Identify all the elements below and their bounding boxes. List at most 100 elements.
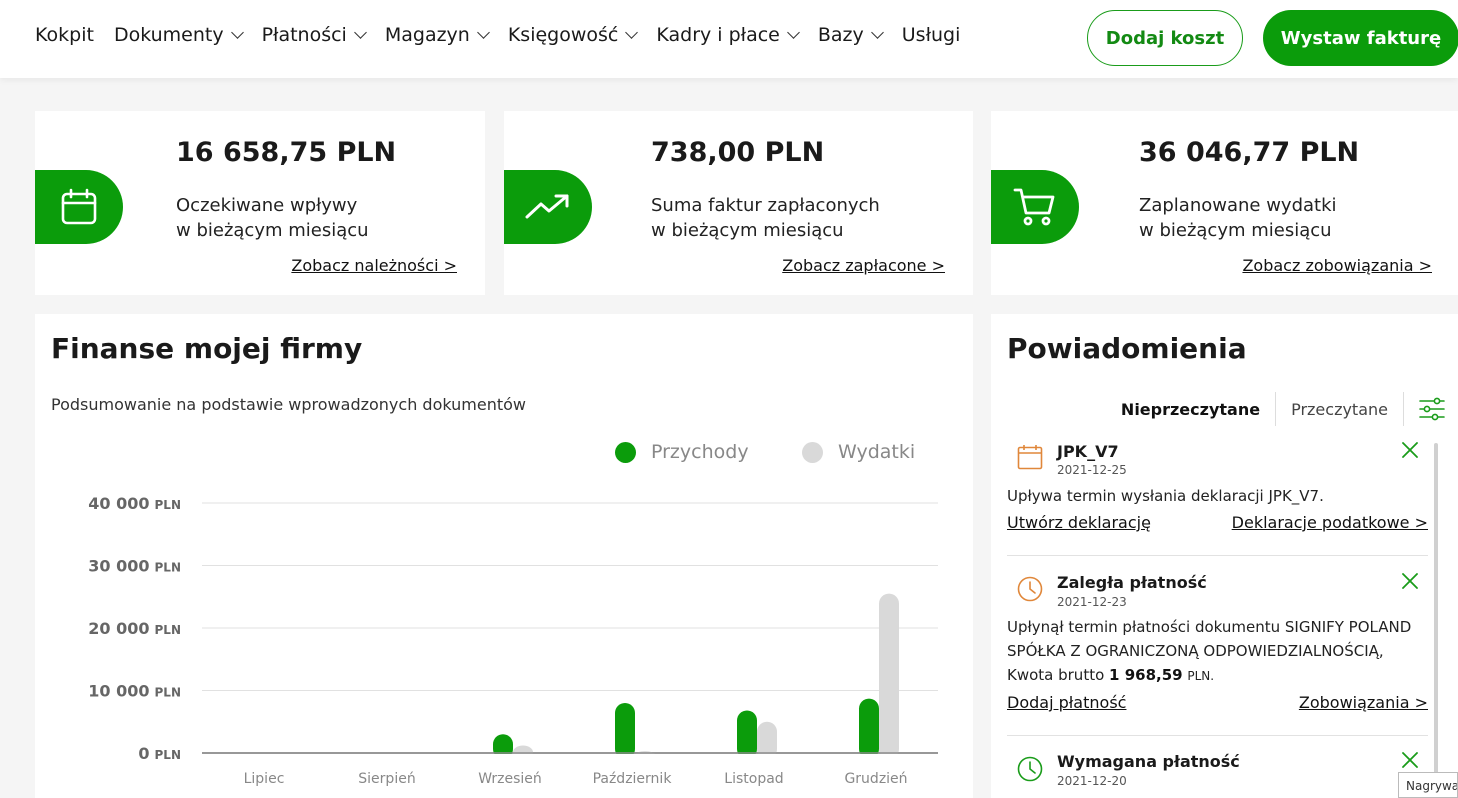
notification-date: 2021-12-25: [1057, 463, 1127, 477]
calendar-icon: [61, 188, 97, 225]
tax-declarations-link[interactable]: Deklaracje podatkowe >: [1232, 513, 1428, 532]
stat-description-line: Oczekiwane wpływy: [176, 195, 358, 216]
finance-bar-chart: 0 PLN 10 000 PLN 20 000 PLN 30 000 PLN 40 000 PLN…: [88, 494, 938, 787]
close-icon[interactable]: [1402, 442, 1418, 458]
bar-expenses: [879, 593, 899, 759]
notifications-list: JPK_V7 2021-12-25 Upływa termin wysłania…: [1007, 442, 1428, 798]
x-tick-label: Październik: [593, 771, 673, 787]
stat-description-line: Zaplanowane wydatki: [1139, 195, 1337, 216]
stat-amount: 738,00 PLN: [651, 137, 825, 168]
notifications-scrollbar[interactable]: [1434, 443, 1438, 798]
legend-swatch: [615, 441, 636, 463]
stat-description-line: w bieżącym miesiącu: [1139, 220, 1332, 241]
x-tick-label: Sierpień: [358, 771, 415, 787]
bar-income: [859, 698, 879, 759]
create-declaration-link[interactable]: Utwórz deklarację: [1007, 513, 1151, 532]
filter-button[interactable]: [1404, 392, 1458, 426]
nav-label: Księgowość: [507, 24, 619, 46]
nav-item-platnosci[interactable]: Płatności: [262, 24, 367, 46]
y-tick-unit: PLN: [155, 498, 181, 512]
nav-item-dokumenty[interactable]: Dokumenty: [113, 24, 244, 46]
y-tick-label: 20 000 PLN: [88, 619, 181, 638]
bar-income: [737, 710, 757, 759]
notification-title: JPK_V7: [1057, 442, 1119, 461]
y-tick-label: 30 000 PLN: [88, 557, 181, 576]
nav-label: Magazyn: [384, 24, 470, 46]
x-tick-label: Lipiec: [244, 771, 285, 787]
nav-label: Kadry i płace: [656, 24, 780, 46]
nav-item-kokpit[interactable]: Kokpit: [35, 24, 94, 46]
legend-swatch: [802, 441, 823, 463]
bar-income: [615, 703, 635, 759]
chevron-down-icon: [476, 26, 490, 39]
notification-date: 2021-12-20: [1057, 774, 1127, 788]
notification-body: Upłynął termin płatności dokumentu SIGNI…: [1007, 615, 1432, 688]
add-payment-link[interactable]: Dodaj płatność: [1007, 693, 1126, 712]
cart-icon: [1013, 188, 1055, 226]
clock-icon: [1017, 576, 1043, 602]
calendar-icon: [1017, 445, 1043, 470]
chevron-down-icon: [230, 26, 244, 39]
liabilities-link[interactable]: Zobowiązania >: [1299, 693, 1428, 712]
see-receivables-link[interactable]: Zobacz należności >: [291, 256, 457, 275]
nav-item-ksiegowosc[interactable]: Księgowość: [507, 24, 639, 46]
axis-mask: [202, 754, 938, 764]
nav-label: Bazy: [817, 24, 864, 46]
y-tick-value: 0: [138, 744, 149, 763]
stat-card-paid-invoices: 738,00 PLN Suma faktur zapłaconych w bie…: [504, 111, 973, 295]
stat-amount: 16 658,75 PLN: [176, 137, 397, 168]
stat-card-planned-expenses: 36 046,77 PLN Zaplanowane wydatki w bież…: [991, 111, 1458, 295]
stat-description-line: w bieżącym miesiącu: [651, 220, 844, 241]
legend-label: Przychody: [651, 441, 749, 463]
nav-label: Kokpit: [35, 24, 94, 46]
notification-currency: PLN.: [1187, 669, 1215, 683]
notifications-tabs: Nieprzeczytane Przeczytane: [1106, 392, 1458, 426]
add-cost-button[interactable]: Dodaj koszt: [1087, 10, 1243, 66]
notification-date: 2021-12-23: [1057, 595, 1127, 609]
stat-description: Oczekiwane wpływy w bieżącym miesiącu: [176, 193, 369, 243]
notification-item: JPK_V7 2021-12-25 Upływa termin wysłania…: [1007, 442, 1428, 556]
nav-label: Dokumenty: [113, 24, 224, 46]
finance-title: Finanse mojej firmy: [51, 332, 363, 365]
y-tick-value: 20 000: [88, 619, 149, 638]
legend-item-income[interactable]: Przychody: [615, 441, 749, 463]
stat-card-expected-income: 16 658,75 PLN Oczekiwane wpływy w bieżąc…: [35, 111, 485, 295]
notification-title: Zaległa płatność: [1057, 573, 1207, 592]
notifications-panel: Powiadomienia Nieprzeczytane Przeczytane…: [991, 314, 1458, 798]
legend-item-expenses[interactable]: Wydatki: [802, 441, 915, 463]
main-menu: Kokpit Dokumenty Płatności Magazyn Księg…: [35, 24, 980, 46]
nav-item-kadry[interactable]: Kadry i płace: [656, 24, 800, 46]
y-tick-unit: PLN: [155, 623, 181, 637]
notification-title: Wymagana płatność: [1057, 752, 1240, 771]
close-icon[interactable]: [1402, 573, 1418, 589]
y-tick-label: 0 PLN: [138, 744, 181, 763]
x-tick-label: Grudzień: [844, 771, 907, 787]
legend-label: Wydatki: [838, 441, 916, 463]
see-liabilities-link[interactable]: Zobacz zobowiązania >: [1242, 256, 1432, 275]
see-paid-link[interactable]: Zobacz zapłacone >: [782, 256, 945, 275]
notification-item: Zaległa płatność 2021-12-23 Upłynął term…: [1007, 556, 1428, 736]
filter-sliders-icon: [1419, 397, 1445, 421]
stat-description-line: Suma faktur zapłaconych: [651, 195, 880, 216]
stat-icon-badge: [35, 170, 123, 244]
recording-tooltip: Nagrywa: [1398, 772, 1458, 798]
close-icon[interactable]: [1402, 752, 1418, 768]
nav-item-magazyn[interactable]: Magazyn: [384, 24, 490, 46]
y-tick-value: 40 000: [88, 494, 149, 513]
issue-invoice-button[interactable]: Wystaw fakturę: [1263, 10, 1458, 66]
y-tick-label: 10 000 PLN: [88, 682, 181, 701]
tab-unread[interactable]: Nieprzeczytane: [1106, 392, 1277, 426]
x-tick-label: Wrzesień: [478, 771, 542, 787]
finance-subtitle: Podsumowanie na podstawie wprowadzonych …: [51, 395, 526, 414]
y-tick-value: 30 000: [88, 557, 149, 576]
clock-icon: [1017, 756, 1043, 782]
y-tick-unit: PLN: [155, 686, 181, 700]
notification-amount: 1 968,59: [1109, 666, 1183, 684]
y-tick-label: 40 000 PLN: [88, 494, 181, 513]
nav-item-uslugi[interactable]: Usługi: [902, 24, 961, 46]
tab-read[interactable]: Przeczytane: [1276, 392, 1404, 426]
notification-item: Wymagana płatność 2021-12-20: [1007, 736, 1428, 798]
stat-description: Suma faktur zapłaconych w bieżącym miesi…: [651, 193, 880, 243]
chevron-down-icon: [786, 26, 800, 39]
nav-item-bazy[interactable]: Bazy: [817, 24, 884, 46]
